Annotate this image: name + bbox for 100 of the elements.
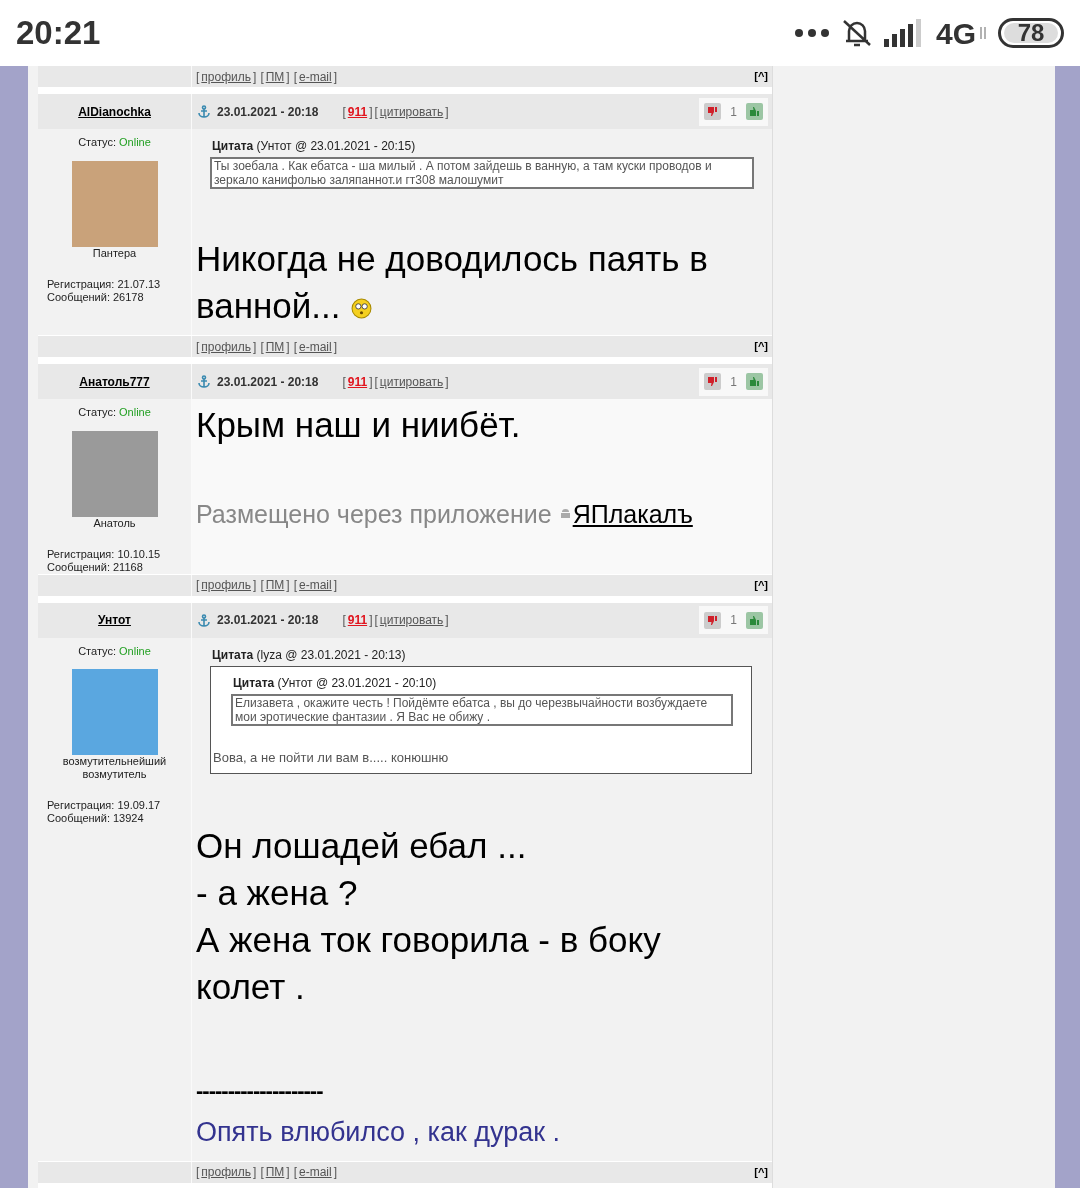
signature-divider: -------------------- (196, 1077, 324, 1105)
footer-link[interactable]: e-mail (299, 576, 332, 594)
user-registration: Регистрация: 19.09.17 (46, 799, 162, 812)
bracket: ] (445, 373, 449, 391)
anchor-icon[interactable] (198, 613, 210, 627)
footer-link[interactable]: ПМ (265, 67, 285, 86)
bracket: [ (293, 577, 298, 594)
back-to-top-link[interactable]: [^] (754, 1163, 768, 1181)
quote-header: Цитата (Унтот @ 23.01.2021 - 20:15) (212, 138, 417, 155)
thumbs-down-button[interactable] (704, 611, 722, 629)
bracket: ] (286, 338, 290, 356)
quote-link[interactable]: цитировать (379, 372, 444, 391)
thumbs-up-button[interactable] (746, 373, 763, 390)
bracket: [ (342, 373, 346, 391)
network-type: 4G (935, 15, 976, 52)
bracket: ] (333, 577, 338, 594)
bracket: ] (333, 68, 338, 86)
thumbs-down-button[interactable] (704, 103, 722, 120)
quote-text: Вова, а не пойти ли вам в..... конюшню (213, 748, 450, 767)
user-registration: Регистрация: 21.07.13 (46, 277, 162, 291)
back-to-top-link[interactable]: [^] (754, 338, 768, 355)
anchor-icon[interactable] (198, 375, 210, 388)
footer-link[interactable]: ПМ (265, 576, 285, 594)
anchor-icon[interactable] (198, 105, 210, 118)
bracket: [ (260, 68, 264, 86)
bracket: ] (445, 612, 449, 629)
bracket: [ (374, 612, 378, 629)
bracket: [ (196, 68, 200, 86)
bracket: ] (333, 1164, 338, 1181)
bracket: [ (342, 612, 346, 629)
app-link[interactable]: ЯПлакалъ (572, 496, 693, 534)
thumbs-up-icon (749, 376, 760, 387)
thumbs-up-icon (749, 614, 760, 626)
quote-link[interactable]: цитировать (379, 611, 444, 629)
author-name[interactable]: AlDianochka (78, 102, 151, 121)
bracket: [ (293, 338, 298, 356)
thumbs-up-button[interactable] (746, 611, 763, 629)
bracket: ] (286, 68, 290, 86)
bracket: [ (260, 1164, 264, 1181)
footer-link[interactable]: ПМ (265, 1163, 285, 1181)
clock: 20:21 (16, 13, 101, 54)
app-note: Размещено через приложение (196, 499, 552, 530)
more-dots-icon (793, 28, 830, 38)
bracket: ] (253, 338, 257, 356)
battery-indicator: 78 (998, 18, 1064, 48)
bracket: ] (333, 338, 338, 356)
quote-text: Ты зоебала . Как ебатса - ша милый . А потом зайдешь в ванную, а там куски проводов и зеркало канифолью заляпаннот.и гт308 малошумит (210, 157, 754, 189)
bracket: [ (293, 1164, 298, 1181)
post-number-link[interactable]: 911 (347, 372, 368, 391)
post-text: А жена ток говорила - в боку колет . (196, 919, 662, 1008)
user-status: Статус: Online (77, 643, 152, 659)
footer-link[interactable]: профиль (201, 67, 252, 86)
footer-link[interactable]: профиль (201, 576, 252, 594)
bracket: ] (253, 577, 257, 594)
footer-link[interactable]: e-mail (299, 1163, 332, 1181)
footer-link[interactable]: профиль (201, 337, 252, 356)
bracket: ] (445, 103, 449, 121)
post-date: 23.01.2021 - 20:18 (217, 612, 319, 629)
bracket: [ (260, 577, 264, 594)
post-text: Крым наш и ниибёт. (196, 404, 522, 446)
signature-text: Опять влюбилсо , как дурак . (196, 1116, 562, 1149)
quote-text: Елизавета , окажите честь ! Пойдёмте ебатса , вы до черезвычайности возбуждаете мои эротические фантазии . Я Вас не обижу . (231, 693, 733, 726)
post-number-link[interactable]: 911 (347, 102, 368, 121)
bracket: [ (260, 338, 264, 356)
user-message-count: Сообщений: 13924 (46, 812, 145, 825)
rating-count: 1 (730, 612, 737, 629)
bracket: [ (342, 103, 346, 121)
bracket: ] (253, 1164, 257, 1181)
back-to-top-link[interactable]: [^] (754, 576, 768, 594)
footer-link[interactable]: e-mail (299, 67, 332, 86)
post-text: - а жена ? (196, 872, 359, 914)
quote-header: Цитата (lyza @ 23.01.2021 - 20:13) (212, 646, 407, 664)
bracket: ] (286, 577, 290, 594)
thumbs-down-icon (707, 614, 719, 626)
footer-link[interactable]: профиль (201, 1163, 252, 1181)
thumbs-down-button[interactable] (704, 373, 722, 390)
post-date: 23.01.2021 - 20:18 (217, 373, 319, 391)
quote-header: Цитата (Унтот @ 23.01.2021 - 20:10) (233, 674, 438, 692)
quote-link[interactable]: цитировать (379, 102, 444, 121)
thumbs-down-icon (707, 376, 719, 387)
author-name[interactable]: Унтот (98, 611, 131, 629)
author-name[interactable]: Анатоль777 (79, 372, 150, 391)
bracket: [ (293, 68, 298, 86)
user-title: Анатоль (92, 516, 137, 530)
bracket: [ (374, 373, 378, 391)
thumbs-up-button[interactable] (746, 103, 763, 120)
user-title: возмутительнейший возмутитель (61, 755, 168, 781)
user-status: Статус: Online (77, 405, 152, 420)
footer-link[interactable]: e-mail (299, 337, 332, 356)
back-to-top-link[interactable]: [^] (754, 68, 768, 85)
footer-link[interactable]: ПМ (265, 337, 285, 356)
user-registration: Регистрация: 10.10.15 (46, 547, 162, 561)
user-status: Статус: Online (77, 135, 152, 150)
bracket: ] (369, 612, 373, 629)
rating-count: 1 (730, 373, 737, 391)
bracket: [ (374, 103, 378, 121)
post-number-link[interactable]: 911 (347, 611, 368, 629)
thumbs-up-icon (749, 106, 760, 117)
bracket: [ (196, 1164, 200, 1181)
post-date: 23.01.2021 - 20:18 (217, 103, 319, 121)
